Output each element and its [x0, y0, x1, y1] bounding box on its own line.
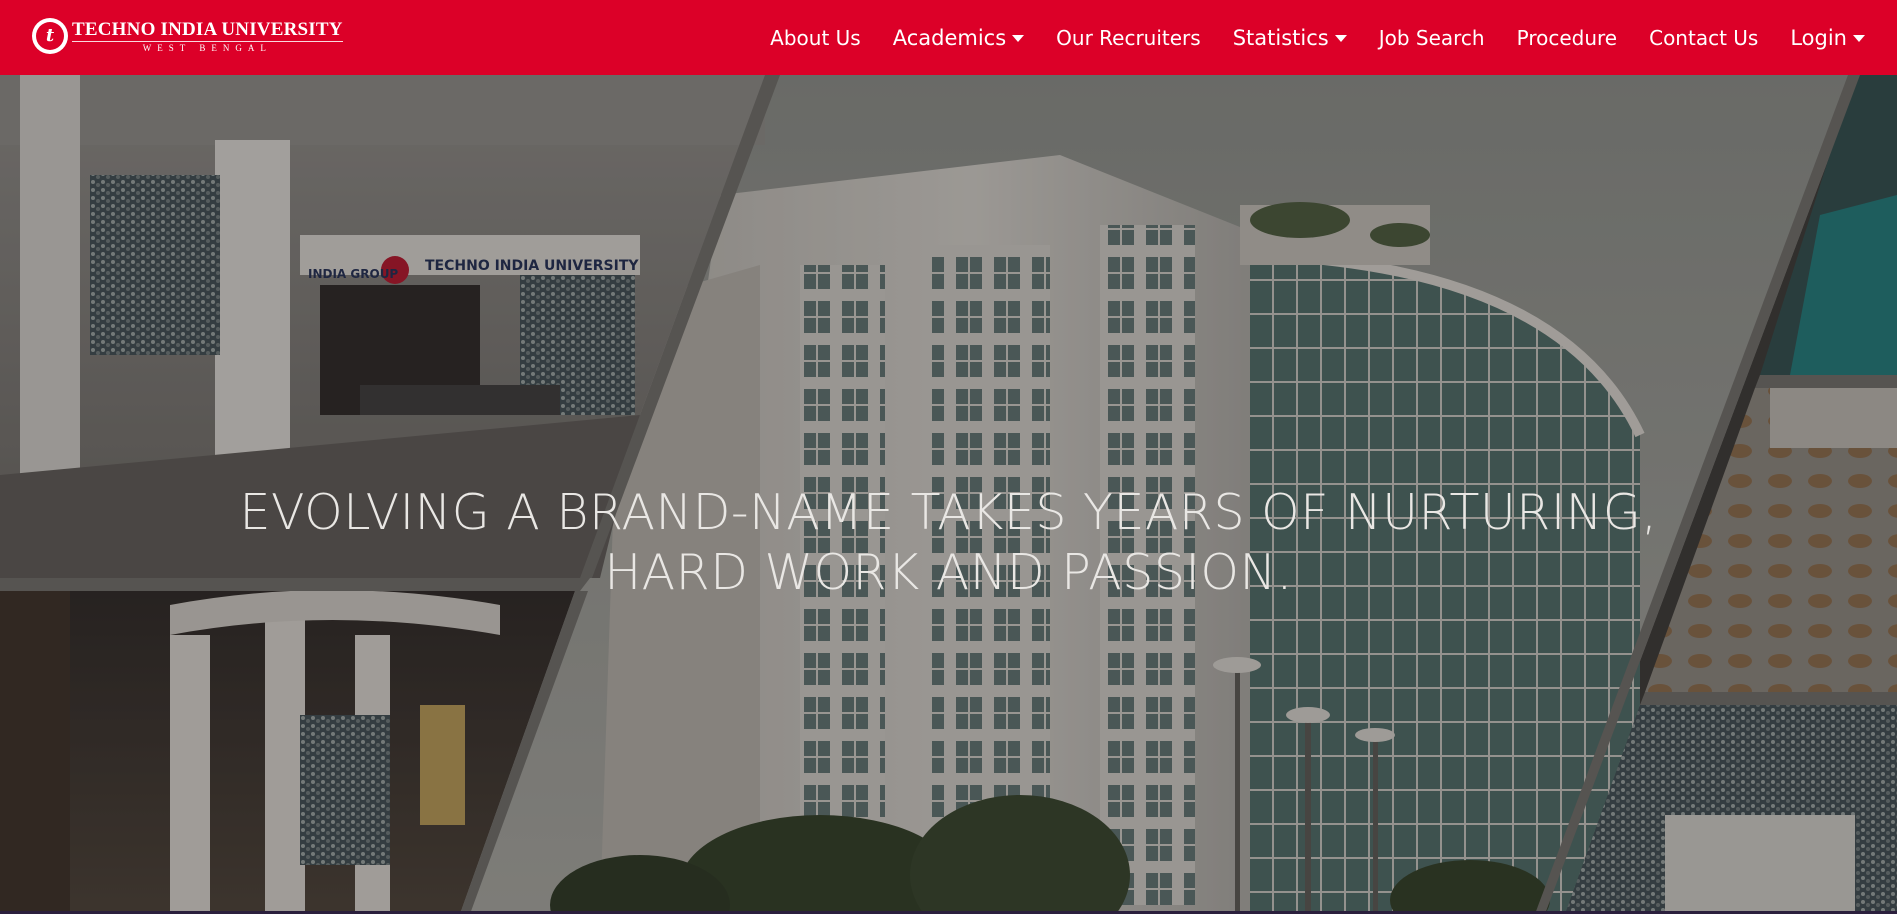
brand-text: TECHNO INDIA UNIVERSITY WEST BENGAL	[72, 18, 343, 53]
hero-banner: INDIA GROUP TECHNO INDIA UNIVERSITY EVOL…	[0, 75, 1897, 914]
nav-academics-label: Academics	[892, 25, 1007, 50]
caret-down-icon	[1334, 35, 1347, 42]
nav-login-label: Login	[1790, 25, 1847, 50]
nav-job-search-label: Job Search	[1378, 25, 1485, 50]
nav-procedure-label: Procedure	[1516, 25, 1618, 50]
nav-academics-dropdown[interactable]: Academics	[892, 25, 1025, 50]
nav-procedure[interactable]: Procedure	[1517, 26, 1618, 50]
main-nav-menu: About Us Academics Our Recruiters Statis…	[738, 0, 1865, 75]
brand-divider	[72, 40, 343, 42]
nav-statistics-dropdown[interactable]: Statistics	[1233, 26, 1347, 50]
caret-down-icon	[1853, 35, 1865, 42]
nav-our-recruiters[interactable]: Our Recruiters	[1056, 26, 1201, 50]
brand-subtitle: WEST BENGAL	[142, 42, 272, 53]
hero-headline-line2: HARD WORK AND PASSION.	[604, 544, 1293, 601]
nav-job-search[interactable]: Job Search	[1379, 26, 1485, 50]
hero-headline: EVOLVING A BRAND-NAME TAKES YEARS OF NUR…	[0, 483, 1897, 603]
nav-statistics-label: Statistics	[1232, 25, 1329, 50]
caret-down-icon	[1012, 35, 1025, 42]
top-navbar: t TECHNO INDIA UNIVERSITY WEST BENGAL Ab…	[0, 0, 1897, 75]
university-logo-icon: t	[32, 18, 68, 54]
hero-headline-line1: EVOLVING A BRAND-NAME TAKES YEARS OF NUR…	[239, 484, 1658, 541]
nav-about-us-label: About Us	[770, 25, 861, 50]
nav-our-recruiters-label: Our Recruiters	[1056, 25, 1201, 50]
brand-logo-link[interactable]: t TECHNO INDIA UNIVERSITY WEST BENGAL	[32, 18, 343, 54]
nav-contact-us-label: Contact Us	[1649, 25, 1759, 50]
logo-glyph: t	[36, 22, 64, 50]
nav-contact-us[interactable]: Contact Us	[1649, 26, 1758, 50]
nav-login-dropdown[interactable]: Login	[1790, 26, 1865, 50]
nav-about-us[interactable]: About Us	[770, 26, 861, 50]
brand-name: TECHNO INDIA UNIVERSITY	[72, 18, 343, 40]
